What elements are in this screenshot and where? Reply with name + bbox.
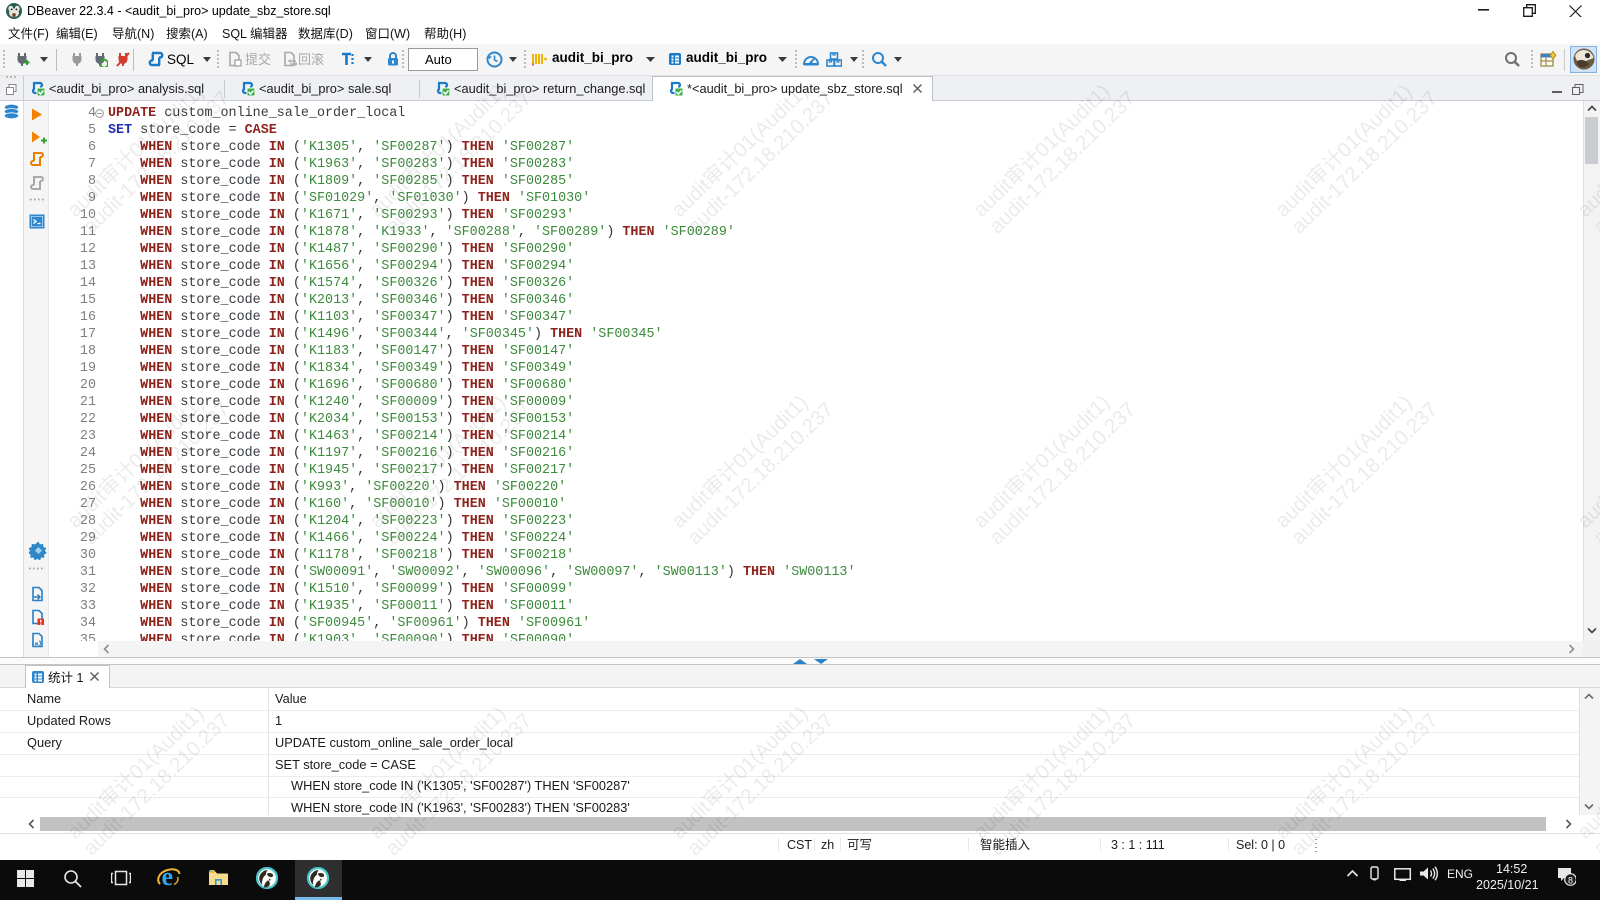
svg-text:e: e (162, 864, 174, 889)
svg-text:8: 8 (1568, 875, 1573, 885)
